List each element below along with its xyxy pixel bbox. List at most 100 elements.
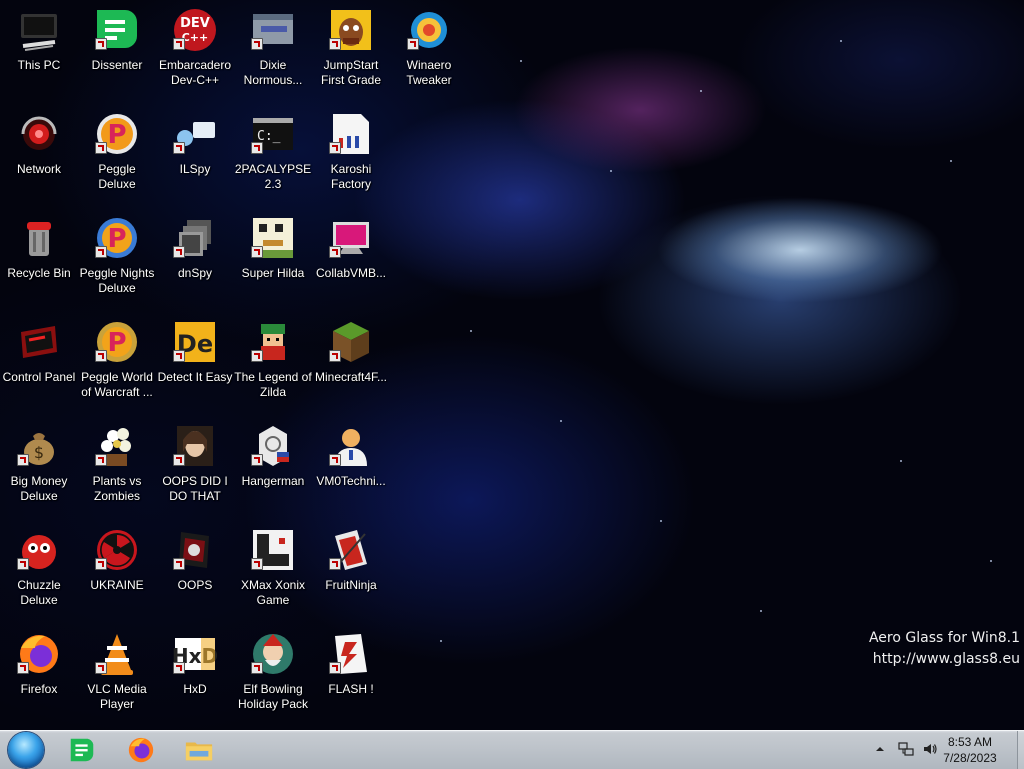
desktop-icon-label: CollabVMB...	[315, 266, 387, 280]
shortcut-arrow-icon	[95, 38, 107, 50]
collabvm-icon	[327, 214, 375, 262]
desktop-icon-label: Peggle Nights Deluxe	[79, 266, 155, 295]
desktop-icon-peggle-world-of-warcraft[interactable]: P Peggle World of Warcraft ...	[78, 312, 156, 412]
desktop-icon-ilspy[interactable]: ILSpy	[156, 104, 234, 204]
tray-clock[interactable]: 8:53 AM 7/28/2023	[930, 734, 1010, 766]
taskbar: 8:53 AM 7/28/2023	[0, 730, 1024, 769]
desktop-icon-jumpstart-first-grade[interactable]: JumpStart First Grade	[312, 0, 390, 100]
desktop-icon-elf-bowling-holiday-pack[interactable]: Elf Bowling Holiday Pack	[234, 624, 312, 724]
desktop-icon-label: VLC Media Player	[87, 682, 147, 711]
flash-icon	[327, 630, 375, 678]
desktop-icon-label: Chuzzle Deluxe	[17, 578, 61, 607]
desktop-icon-vlc-media-player[interactable]: VLC Media Player	[78, 624, 156, 724]
desktop-icon-label: OOPS	[177, 578, 213, 592]
desktop-icon-label: UKRAINE	[90, 578, 144, 592]
desktop-icon-label: Winaero Tweaker	[406, 58, 452, 87]
desktop-icon-2pacalypse-2-3[interactable]: C:_ 2PACALYPSE 2.3	[234, 104, 312, 204]
desktop-icon-recycle-bin[interactable]: Recycle Bin	[0, 208, 78, 308]
technician-icon	[327, 422, 375, 470]
desktop-icon-network[interactable]: Network	[0, 104, 78, 204]
chevron-up-icon	[876, 747, 884, 751]
tray-network-button[interactable]	[898, 741, 914, 757]
desktop-icon-this-pc[interactable]: This PC	[0, 0, 78, 100]
desktop-icon-minecraft4f[interactable]: Minecraft4F...	[312, 312, 390, 412]
shortcut-arrow-icon	[251, 350, 263, 362]
shortcut-arrow-icon	[329, 662, 341, 674]
desktop-icon-label: Firefox	[20, 682, 58, 696]
desktop-icon-plants-vs-zombies[interactable]: Plants vs Zombies	[78, 416, 156, 516]
desktop-icon-detect-it-easy[interactable]: De Detect It Easy	[156, 312, 234, 412]
shortcut-arrow-icon	[251, 558, 263, 570]
desktop-icon-ukraine[interactable]: UKRAINE	[78, 520, 156, 620]
desktop-icon-big-money-deluxe[interactable]: $ Big Money Deluxe	[0, 416, 78, 516]
peggle-nights-icon: P	[93, 214, 141, 262]
taskbar-firefox-button[interactable]	[125, 734, 157, 766]
shortcut-arrow-icon	[173, 38, 185, 50]
desktop-icon-collabvmb[interactable]: CollabVMB...	[312, 208, 390, 308]
pixel-game-icon	[249, 214, 297, 262]
desktop-icon-dissenter[interactable]: Dissenter	[78, 0, 156, 100]
desktop-icon-dixie-normous[interactable]: Dixie Normous...	[234, 0, 312, 100]
desktop-icon-fruitninja[interactable]: FruitNinja	[312, 520, 390, 620]
desktop-icon-label: VM0Techni...	[316, 474, 386, 488]
show-hidden-icons-button[interactable]	[872, 741, 888, 757]
desktop-icon-firefox[interactable]: Firefox	[0, 624, 78, 724]
shortcut-arrow-icon	[329, 246, 341, 258]
desktop-icon-label: Detect It Easy	[157, 370, 233, 384]
shortcut-arrow-icon	[407, 38, 419, 50]
svg-text:$: $	[34, 443, 44, 462]
dnspy-icon	[171, 214, 219, 262]
dissenter-icon	[70, 738, 94, 762]
desktop-icon-label: XMax Xonix Game	[240, 578, 306, 607]
shortcut-arrow-icon	[251, 246, 263, 258]
desktop-icon-xmax-xonix-game[interactable]: XMax Xonix Game	[234, 520, 312, 620]
shortcut-arrow-icon	[173, 454, 185, 466]
desktop-icon-embarcadero-dev-c[interactable]: DEV C++ Embarcadero Dev-C++	[156, 0, 234, 100]
desktop-icon-label: Minecraft4F...	[314, 370, 388, 384]
svg-text:P: P	[107, 328, 126, 358]
desktop-icon-dnspy[interactable]: dnSpy	[156, 208, 234, 308]
shortcut-arrow-icon	[251, 142, 263, 154]
desktop-icon-chuzzle-deluxe[interactable]: Chuzzle Deluxe	[0, 520, 78, 620]
desktop-icon-label: dnSpy	[177, 266, 213, 280]
desktop-icon-vm0techni[interactable]: VM0Techni...	[312, 416, 390, 516]
desktop-icon-control-panel[interactable]: Control Panel	[0, 312, 78, 412]
desktop-icon-oops[interactable]: OOPS	[156, 520, 234, 620]
show-desktop-button[interactable]	[1017, 731, 1024, 769]
desktop-icon-super-hilda[interactable]: Super Hilda	[234, 208, 312, 308]
desktop-icon-label: Hangerman	[241, 474, 305, 488]
desktop-icon-label: Peggle World of Warcraft ...	[81, 370, 153, 399]
shortcut-arrow-icon	[173, 662, 185, 674]
shortcut-arrow-icon	[329, 142, 341, 154]
desktop-icon-peggle-deluxe[interactable]: P Peggle Deluxe	[78, 104, 156, 204]
desktop-icon-label: Plants vs Zombies	[92, 474, 142, 503]
shortcut-arrow-icon	[173, 142, 185, 154]
network-icon	[15, 110, 63, 158]
peggle-wow-icon: P	[93, 318, 141, 366]
desktop-icon-flash[interactable]: FLASH !	[312, 624, 390, 724]
shortcut-arrow-icon	[329, 558, 341, 570]
zilda-icon	[249, 318, 297, 366]
desktop-icon-label: Peggle Deluxe	[98, 162, 136, 191]
taskbar-file-explorer-button[interactable]	[183, 734, 215, 766]
start-button[interactable]	[8, 732, 44, 768]
desktop-icon-winaero-tweaker[interactable]: Winaero Tweaker	[390, 0, 468, 100]
desktop-icon-peggle-nights-deluxe[interactable]: P Peggle Nights Deluxe	[78, 208, 156, 308]
desktop-icon-hangerman[interactable]: Hangerman	[234, 416, 312, 516]
desktop-icon-oops-did-i-do-that[interactable]: OOPS DID I DO THAT	[156, 416, 234, 516]
desktop-icon-label: Karoshi Factory	[330, 162, 372, 191]
xonix-icon	[249, 526, 297, 574]
watermark-line-1: Aero Glass for Win8.1	[868, 630, 1020, 646]
devcpp-icon: DEV C++	[171, 6, 219, 54]
shortcut-arrow-icon	[329, 350, 341, 362]
desktop-icon-the-legend-of-zilda[interactable]: The Legend of Zilda	[234, 312, 312, 412]
vlc-icon	[93, 630, 141, 678]
karoshi-icon	[327, 110, 375, 158]
desktop-icon-hxd[interactable]: HxD HxD	[156, 624, 234, 724]
fruitninja-icon	[327, 526, 375, 574]
taskbar-dissenter-button[interactable]	[66, 734, 98, 766]
plants-vs-zombies-icon	[93, 422, 141, 470]
desktop-icon-karoshi-factory[interactable]: Karoshi Factory	[312, 104, 390, 204]
desktop-icon-label: Super Hilda	[241, 266, 305, 280]
shortcut-arrow-icon	[95, 142, 107, 154]
